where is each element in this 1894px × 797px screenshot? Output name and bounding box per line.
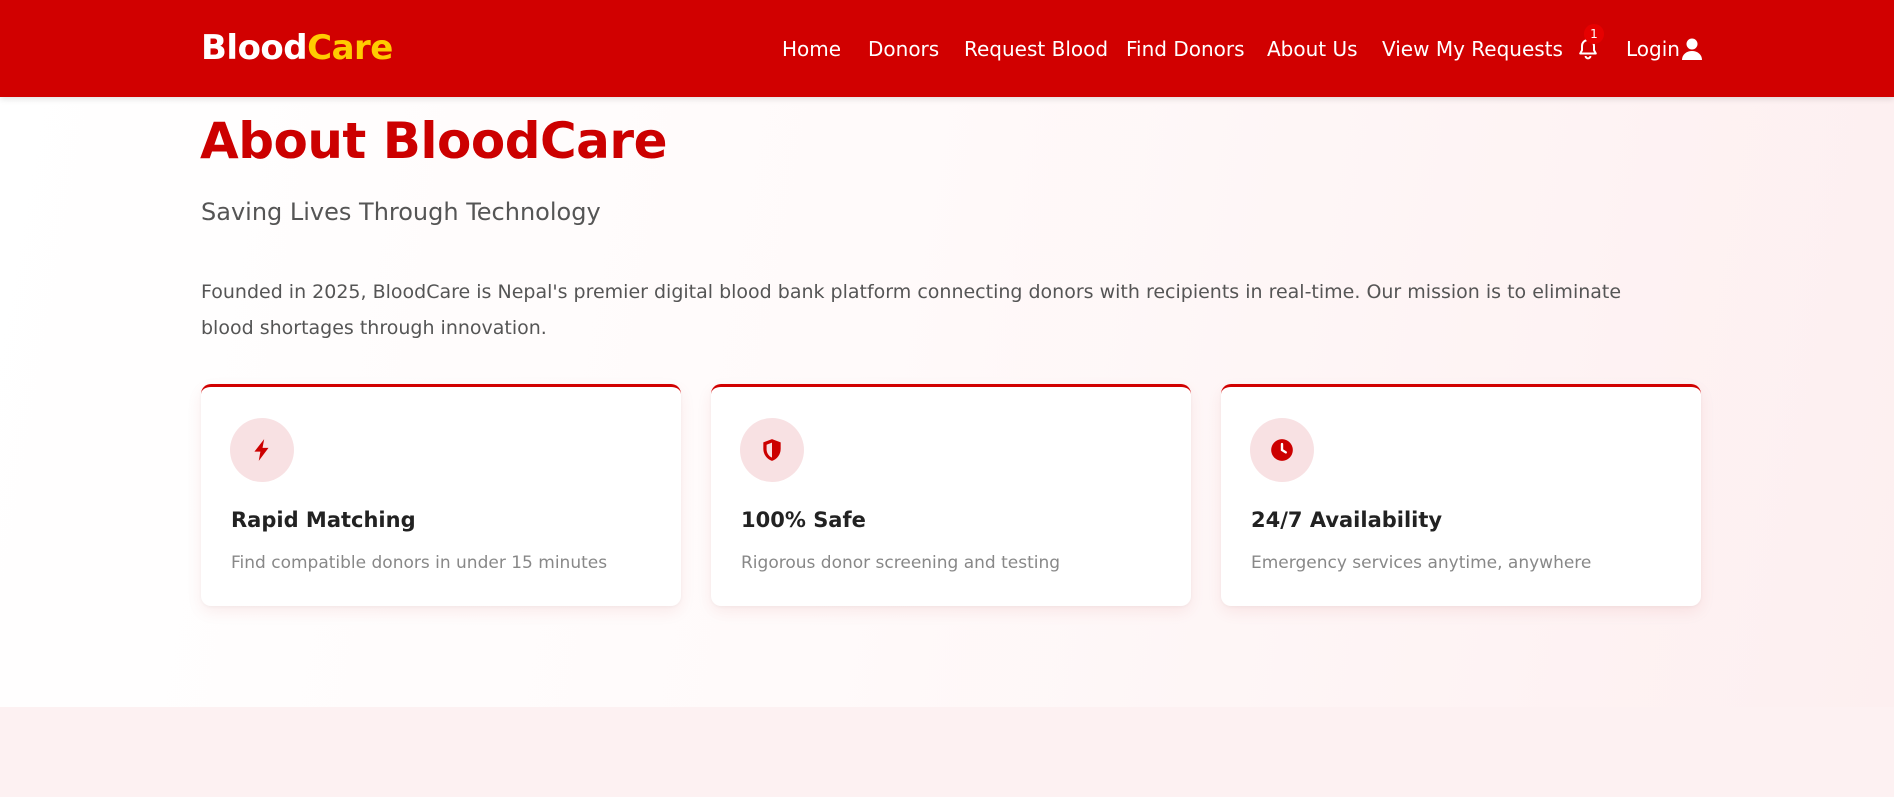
navbar: BloodCare Home Donors Request Blood Find… — [0, 0, 1894, 97]
nav-view-my-requests-link[interactable]: View My Requests — [1382, 36, 1563, 62]
about-description: Founded in 2025, BloodCare is Nepal's pr… — [201, 281, 1622, 339]
clock-icon — [1271, 439, 1293, 461]
feature-text: Emergency services anytime, anywhere — [1251, 553, 1592, 573]
shield-icon — [763, 439, 781, 461]
feature-icon-circle — [740, 418, 804, 482]
feature-card-safe: 100% Safe Rigorous donor screening and t… — [711, 384, 1191, 606]
feature-title: 100% Safe — [741, 508, 866, 532]
page-subtitle: Saving Lives Through Technology — [201, 198, 601, 226]
feature-icon-circle — [230, 418, 294, 482]
feature-text: Find compatible donors in under 15 minut… — [231, 553, 608, 573]
feature-text: Rigorous donor screening and testing — [741, 553, 1061, 573]
feature-card-rapid-matching: Rapid Matching Find compatible donors in… — [201, 384, 681, 606]
lightning-bolt-icon — [254, 439, 269, 461]
nav-about-us-link[interactable]: About Us — [1267, 36, 1358, 62]
main-nav: Home Donors Request Blood Find Donors Ab… — [0, 0, 1894, 97]
feature-title: Rapid Matching — [231, 508, 416, 532]
feature-title: 24/7 Availability — [1251, 508, 1443, 532]
next-section-background — [0, 707, 1894, 797]
notification-badge: 1 — [1584, 24, 1604, 44]
nav-find-donors-link[interactable]: Find Donors — [1126, 36, 1245, 62]
nav-request-blood-link[interactable]: Request Blood — [964, 36, 1108, 62]
feature-card-availability: 24/7 Availability Emergency services any… — [1221, 384, 1701, 606]
page-title: About BloodCare — [200, 112, 668, 170]
nav-donors-link[interactable]: Donors — [868, 36, 939, 62]
user-icon[interactable] — [1681, 37, 1703, 61]
nav-home-link[interactable]: Home — [782, 36, 841, 62]
feature-icon-circle — [1250, 418, 1314, 482]
login-link[interactable]: Login — [1626, 36, 1680, 62]
